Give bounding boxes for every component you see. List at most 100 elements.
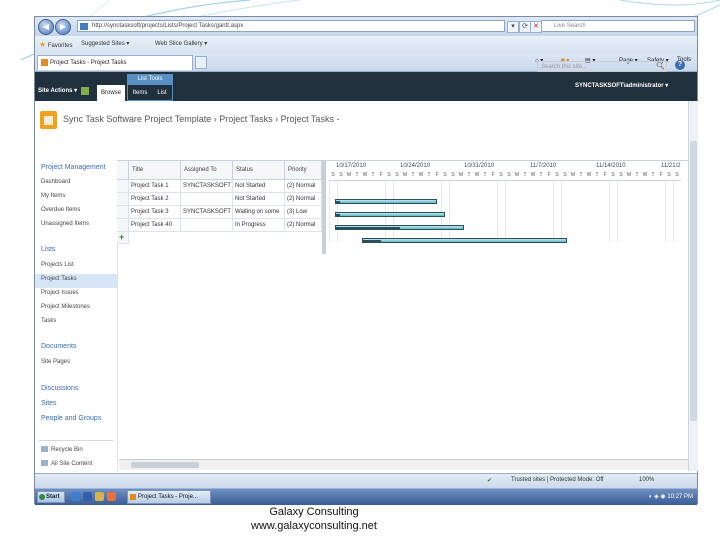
gantt-bar-task-3[interactable] bbox=[335, 225, 464, 230]
desktop-quicklaunch-icon[interactable] bbox=[83, 492, 92, 501]
column-header-title[interactable]: Title bbox=[129, 161, 181, 180]
start-button[interactable]: Start bbox=[37, 491, 65, 503]
favorites-button[interactable]: ★ Favorites bbox=[39, 40, 73, 49]
grid-cell[interactable]: SYNCTASKSOFT bbox=[181, 180, 233, 193]
scrollbar-thumb[interactable] bbox=[690, 141, 697, 421]
row-selector[interactable] bbox=[117, 193, 129, 206]
ql-item-projects-list[interactable]: Projects List bbox=[41, 262, 74, 268]
column-header-priority[interactable]: Priority bbox=[285, 161, 322, 180]
gantt-day-label: W bbox=[585, 171, 593, 181]
ql-all-site-content[interactable]: All Site Content bbox=[41, 460, 92, 467]
zoom-level[interactable]: 100% bbox=[639, 477, 654, 483]
ql-recycle-bin[interactable]: Recycle Bin bbox=[41, 446, 83, 453]
breadcrumb[interactable]: Sync Task Software Project Template › Pr… bbox=[63, 114, 339, 124]
grid-cell[interactable]: (3) Low bbox=[285, 206, 322, 219]
grid-cell[interactable]: Project Task 2 bbox=[129, 193, 181, 206]
ql-project-management[interactable]: Project Management bbox=[41, 164, 106, 171]
search-icon[interactable]: 🔍︎ bbox=[656, 62, 665, 70]
ql-item-project-tasks[interactable]: Project Tasks bbox=[41, 276, 77, 282]
tab-items[interactable]: Items bbox=[129, 85, 151, 101]
gantt-bar-task-2[interactable] bbox=[335, 212, 445, 217]
status-bar: ✔ Trusted sites | Protected Mode: Off 10… bbox=[35, 473, 697, 488]
ql-item-project-issues[interactable]: Project Issues bbox=[41, 290, 79, 296]
gantt-gridline bbox=[329, 180, 330, 241]
ql-documents[interactable]: Documents bbox=[41, 343, 76, 350]
recycle-bin-label: Recycle Bin bbox=[51, 447, 83, 453]
gantt-day-label: M bbox=[569, 171, 577, 181]
explorer-quicklaunch-icon[interactable] bbox=[95, 492, 104, 501]
gantt-day-label: T bbox=[593, 171, 601, 181]
live-search-field[interactable]: Live Search bbox=[541, 20, 695, 32]
scrollbar-thumb[interactable] bbox=[131, 462, 199, 468]
add-row-icon[interactable]: + bbox=[119, 232, 124, 242]
gantt-gridline bbox=[561, 180, 562, 241]
ql-item-tasks[interactable]: Tasks bbox=[41, 318, 56, 324]
address-dropdown-button[interactable]: ▾ bbox=[507, 21, 519, 33]
clock[interactable]: 10:27 PM bbox=[667, 494, 693, 500]
navigate-up-icon[interactable] bbox=[81, 87, 89, 95]
gantt-day-label: S bbox=[505, 171, 513, 181]
gantt-gridline bbox=[617, 180, 618, 241]
ql-item-project-milestones[interactable]: Project Milestones bbox=[41, 304, 90, 310]
ql-discussions[interactable]: Discussions bbox=[41, 385, 78, 392]
gantt-day-label: F bbox=[601, 171, 609, 181]
ql-item-unassigned-items[interactable]: Unassigned Items bbox=[41, 221, 89, 227]
grid-cell[interactable]: (2) Normal bbox=[285, 180, 322, 193]
windows-taskbar: Start Project Tasks - Proje... ◐ ◈ ◉ 10:… bbox=[35, 488, 697, 505]
gantt-day-label: S bbox=[609, 171, 617, 181]
grid-cell[interactable]: Not Started bbox=[233, 180, 285, 193]
ql-people-and-groups[interactable]: People and Groups bbox=[41, 415, 101, 422]
address-bar[interactable]: http://synctasksoft/projects/Lists/Proje… bbox=[77, 20, 505, 32]
ql-item-dashboard[interactable]: Dashboard bbox=[41, 179, 70, 185]
address-toolbar: ◀ ▶ http://synctasksoft/projects/Lists/P… bbox=[35, 17, 697, 36]
forward-button[interactable]: ▶ bbox=[55, 19, 71, 35]
horizontal-scrollbar[interactable] bbox=[119, 459, 689, 470]
ie-icon bbox=[130, 494, 136, 500]
tab-list[interactable]: List bbox=[152, 85, 172, 101]
web-slice-gallery-link[interactable]: Web Slice Gallery ▾ bbox=[155, 40, 207, 47]
grid-cell[interactable]: (2) Normal bbox=[285, 193, 322, 206]
tab-title: Project Tasks - Project Tasks bbox=[50, 60, 127, 66]
address-url: http://synctasksoft/projects/Lists/Proje… bbox=[92, 23, 244, 29]
row-selector[interactable] bbox=[117, 219, 129, 232]
browser-tab[interactable]: Project Tasks - Project Tasks bbox=[37, 55, 193, 70]
grid-cell[interactable]: SYNCTASKSOFT bbox=[181, 206, 233, 219]
ql-item-overdue-items[interactable]: Overdue Items bbox=[41, 207, 80, 213]
suggested-sites-link[interactable]: Suggested Sites ▾ bbox=[81, 40, 129, 47]
row-selector[interactable] bbox=[117, 180, 129, 193]
tab-browse[interactable]: Browse bbox=[97, 85, 125, 101]
grid-cell[interactable] bbox=[181, 219, 233, 232]
gantt-bar-task-1[interactable] bbox=[335, 199, 437, 204]
grid-cell[interactable]: In Progress bbox=[233, 219, 285, 232]
checkmark-icon: ✔ bbox=[487, 478, 493, 484]
site-actions-menu[interactable]: Site Actions ▾ bbox=[38, 87, 77, 94]
column-header-assigned-to[interactable]: Assigned To bbox=[181, 161, 233, 180]
ql-sites[interactable]: Sites bbox=[41, 400, 57, 407]
grid-cell[interactable]: Project Task 1 bbox=[129, 180, 181, 193]
app-quicklaunch-icon[interactable] bbox=[107, 492, 116, 501]
ql-item-site-pages[interactable]: Site Pages bbox=[41, 359, 70, 365]
gantt-bar-task-40[interactable] bbox=[362, 238, 567, 243]
gantt-day-label: S bbox=[665, 171, 673, 181]
tray-icons[interactable]: ◐ ◈ ◉ bbox=[649, 494, 667, 500]
gantt-day-label: W bbox=[361, 171, 369, 181]
back-button[interactable]: ◀ bbox=[38, 19, 54, 35]
help-icon[interactable]: ? bbox=[675, 60, 685, 70]
ie-quicklaunch-icon[interactable] bbox=[71, 492, 80, 501]
grid-cell[interactable]: Project Task 40 bbox=[129, 219, 181, 232]
search-input[interactable]: Search this site... bbox=[537, 61, 667, 72]
column-header-status[interactable]: Status bbox=[233, 161, 285, 180]
grid-cell[interactable]: (2) Normal bbox=[285, 219, 322, 232]
grid-cell[interactable]: Project Task 3 bbox=[129, 206, 181, 219]
ql-lists[interactable]: Lists bbox=[41, 246, 55, 253]
quick-launch: Project Management Dashboard My Items Ov… bbox=[35, 160, 118, 472]
user-menu[interactable]: SYNCTASKSOFT\administrator ▾ bbox=[575, 82, 668, 89]
grid-cell[interactable]: Waiting on some bbox=[233, 206, 285, 219]
ql-item-my-items[interactable]: My Items bbox=[41, 193, 65, 199]
taskbar-window-button[interactable]: Project Tasks - Proje... bbox=[127, 490, 211, 504]
new-tab-button[interactable] bbox=[195, 56, 207, 69]
grid-cell[interactable] bbox=[181, 193, 233, 206]
row-selector[interactable] bbox=[117, 206, 129, 219]
vertical-scrollbar[interactable] bbox=[688, 101, 698, 471]
grid-cell[interactable]: Not Started bbox=[233, 193, 285, 206]
